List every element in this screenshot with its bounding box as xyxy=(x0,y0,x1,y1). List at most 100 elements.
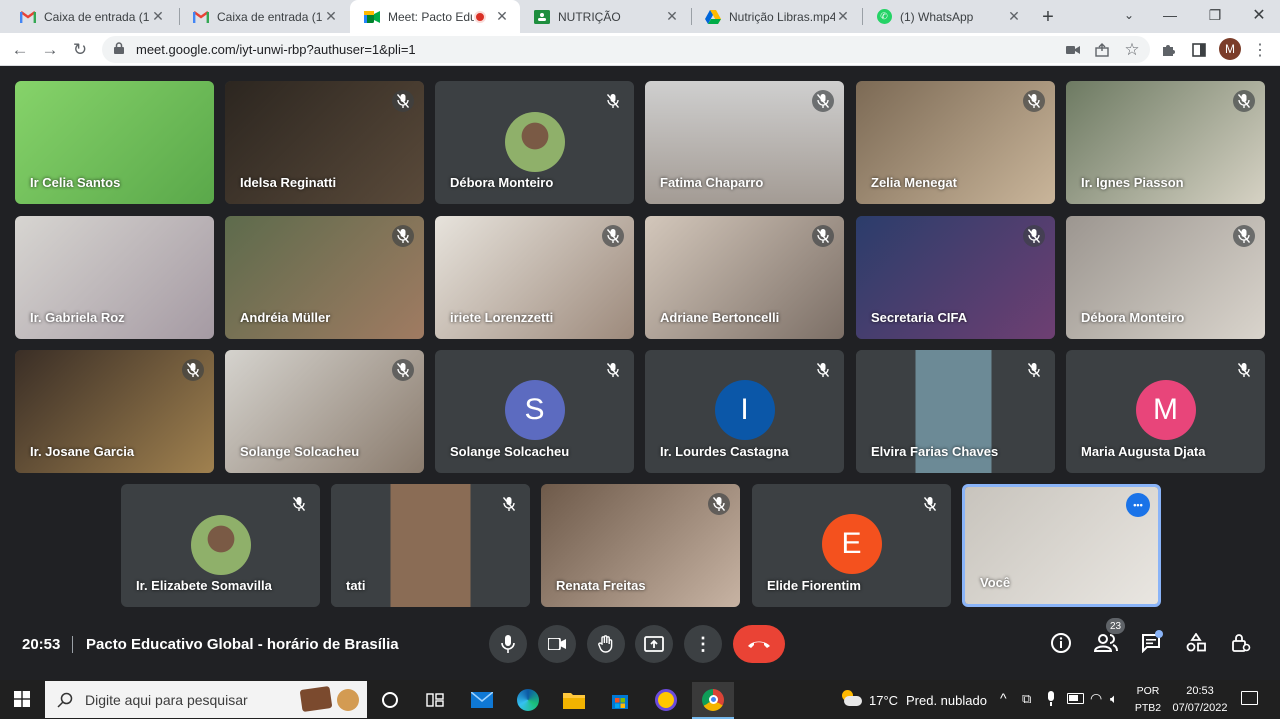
input-keyboard-layout[interactable]: PTB2 xyxy=(1133,702,1163,714)
present-screen-button[interactable] xyxy=(635,625,673,663)
participant-tile[interactable]: Ir. Elizabete Somavilla xyxy=(121,484,320,607)
leave-call-button[interactable] xyxy=(733,625,785,663)
activities-shapes-icon xyxy=(1186,633,1206,652)
meeting-clock: 20:53 xyxy=(22,636,61,653)
participant-tile[interactable]: Fatima Chaparro xyxy=(645,81,844,204)
file-explorer-icon[interactable] xyxy=(558,684,590,716)
host-controls-button[interactable] xyxy=(1226,628,1256,658)
mic-off-icon xyxy=(602,359,624,381)
activities-button[interactable] xyxy=(1181,628,1211,658)
participant-tile[interactable]: I Ir. Lourdes Castagna xyxy=(645,350,844,473)
microphone-tray-icon[interactable] xyxy=(1046,691,1056,707)
mic-off-icon xyxy=(182,359,204,381)
weather-temperature[interactable]: 17°C xyxy=(869,693,898,708)
participant-tile[interactable]: Ir. Gabriela Roz xyxy=(15,216,214,339)
participant-tile[interactable]: Adriane Bertoncelli xyxy=(645,216,844,339)
chrome-app-icon[interactable] xyxy=(692,682,734,719)
back-arrow-icon[interactable]: ← xyxy=(7,37,33,63)
raise-hand-button[interactable] xyxy=(587,625,625,663)
participant-tile[interactable]: Débora Monteiro xyxy=(1066,216,1265,339)
participant-tile[interactable]: Idelsa Reginatti xyxy=(225,81,424,204)
avatar: S xyxy=(504,380,565,440)
notification-center-icon[interactable] xyxy=(1241,691,1258,705)
minimize-icon[interactable]: — xyxy=(1148,0,1192,30)
close-icon[interactable]: ✕ xyxy=(664,8,680,25)
participant-tile[interactable]: tati xyxy=(331,484,530,607)
close-icon[interactable]: ✕ xyxy=(323,8,339,25)
meet-tray-icon[interactable]: ⧉ xyxy=(1022,691,1031,707)
forward-arrow-icon[interactable]: → xyxy=(37,37,63,63)
close-icon[interactable]: ✕ xyxy=(494,8,510,25)
participant-name: tati xyxy=(346,578,366,593)
address-bar[interactable]: meet.google.com/iyt-unwi-rbp?authuser=1&… xyxy=(102,36,1150,63)
participant-tile[interactable]: S Solange Solcacheu xyxy=(435,350,634,473)
participant-tile[interactable]: Andréia Müller xyxy=(225,216,424,339)
camera-button[interactable] xyxy=(538,625,576,663)
participant-tile[interactable]: iriete Lorenzzetti xyxy=(435,216,634,339)
tab-classroom[interactable]: NUTRIÇÃO ✕ xyxy=(520,0,690,33)
system-time[interactable]: 20:53 xyxy=(1170,685,1230,697)
participant-tile[interactable]: Ir Celia Santos xyxy=(15,81,214,204)
mic-off-icon xyxy=(602,90,624,112)
microsoft-store-icon[interactable] xyxy=(604,684,636,716)
close-icon[interactable]: ✕ xyxy=(150,8,166,25)
close-icon[interactable]: ✕ xyxy=(1006,8,1022,25)
participant-tile[interactable]: Ir. Ignes Piasson xyxy=(1066,81,1265,204)
norton-app-icon[interactable] xyxy=(650,684,682,716)
volume-icon[interactable]: 🔈︎ xyxy=(1110,691,1118,707)
windows-start-icon[interactable] xyxy=(6,683,38,715)
tab-gmail-1[interactable]: Caixa de entrada (1.08 ✕ xyxy=(6,0,176,33)
profile-avatar[interactable]: M xyxy=(1219,38,1241,60)
participant-name: Ir. Lourdes Castagna xyxy=(660,444,789,459)
edge-browser-icon[interactable] xyxy=(512,684,544,716)
menu-kebab-icon[interactable]: ⋮ xyxy=(1249,39,1271,61)
self-video-tile[interactable]: ••• Você xyxy=(962,484,1161,607)
battery-icon[interactable] xyxy=(1067,693,1084,704)
restore-icon[interactable]: ❐ xyxy=(1193,0,1237,30)
microphone-button[interactable] xyxy=(489,625,527,663)
close-window-icon[interactable]: ✕ xyxy=(1237,0,1280,30)
share-icon[interactable] xyxy=(1091,39,1113,61)
tab-meet[interactable]: Meet: Pacto Educ ✕ xyxy=(350,0,520,33)
more-options-icon[interactable]: ••• xyxy=(1126,493,1150,517)
participant-tile[interactable]: Elvira Farias Chaves xyxy=(856,350,1055,473)
weather-icon[interactable] xyxy=(840,690,862,706)
participant-tile[interactable]: Débora Monteiro xyxy=(435,81,634,204)
meeting-details-button[interactable] xyxy=(1046,628,1076,658)
tab-whatsapp[interactable]: ✆ (1) WhatsApp ✕ xyxy=(862,0,1032,33)
taskbar-search-input[interactable]: Digite aqui para pesquisar xyxy=(45,681,367,718)
participant-tile[interactable]: Ir. Josane Garcia xyxy=(15,350,214,473)
reload-icon[interactable]: ↻ xyxy=(67,37,93,63)
participant-tile[interactable]: Renata Freitas xyxy=(541,484,740,607)
participant-tile[interactable]: E Elide Fiorentim xyxy=(752,484,951,607)
mic-off-icon xyxy=(1233,359,1255,381)
extensions-icon[interactable] xyxy=(1158,39,1180,61)
wifi-icon[interactable]: ◠ xyxy=(1090,690,1102,707)
participant-tile[interactable]: M Maria Augusta Djata xyxy=(1066,350,1265,473)
participant-name: Ir. Ignes Piasson xyxy=(1081,175,1184,190)
side-panel-icon[interactable] xyxy=(1188,39,1210,61)
new-tab-button[interactable]: + xyxy=(1036,5,1060,29)
task-view-icon[interactable] xyxy=(419,684,451,716)
system-date[interactable]: 07/07/2022 xyxy=(1170,702,1230,714)
weather-description[interactable]: Pred. nublado xyxy=(906,693,987,708)
tab-search-chevron-icon[interactable]: ⌄ xyxy=(1107,0,1151,30)
mic-off-icon xyxy=(498,493,520,515)
participant-name: Débora Monteiro xyxy=(1081,310,1185,325)
chevron-up-icon[interactable]: ^ xyxy=(1000,690,1007,706)
participant-tile[interactable]: Secretaria CIFA xyxy=(856,216,1055,339)
tab-gmail-2[interactable]: Caixa de entrada (130 ✕ xyxy=(179,0,349,33)
mail-app-icon[interactable] xyxy=(466,684,498,716)
tab-drive[interactable]: Nutrição Libras.mp4 - ✕ xyxy=(691,0,861,33)
close-icon[interactable]: ✕ xyxy=(835,8,851,25)
participant-tile[interactable]: Zelia Menegat xyxy=(856,81,1055,204)
divider xyxy=(72,636,73,653)
bookmark-star-icon[interactable]: ☆ xyxy=(1121,39,1143,61)
participant-tile[interactable]: Solange Solcacheu xyxy=(225,350,424,473)
input-language[interactable]: POR xyxy=(1133,685,1163,697)
more-options-button[interactable]: ⋮ xyxy=(684,625,722,663)
camera-in-use-icon[interactable] xyxy=(1062,39,1084,61)
task-view-cortana-icon[interactable] xyxy=(374,684,406,716)
avatar xyxy=(190,515,251,575)
present-icon xyxy=(644,636,664,652)
